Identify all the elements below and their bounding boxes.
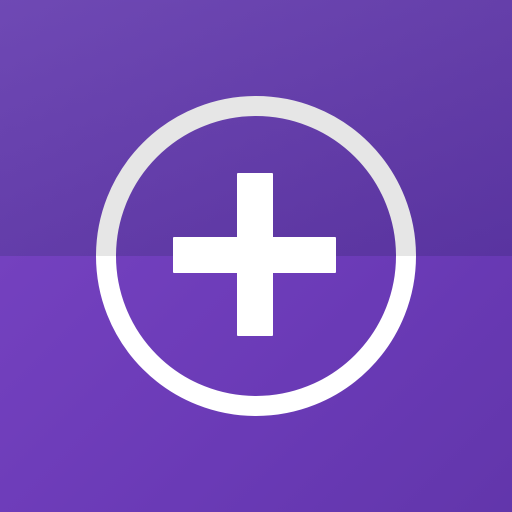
app-icon[interactable] bbox=[0, 0, 512, 512]
plus-icon bbox=[173, 173, 336, 336]
add-circle-svg bbox=[96, 96, 416, 416]
add-circle-icon[interactable] bbox=[0, 0, 512, 512]
